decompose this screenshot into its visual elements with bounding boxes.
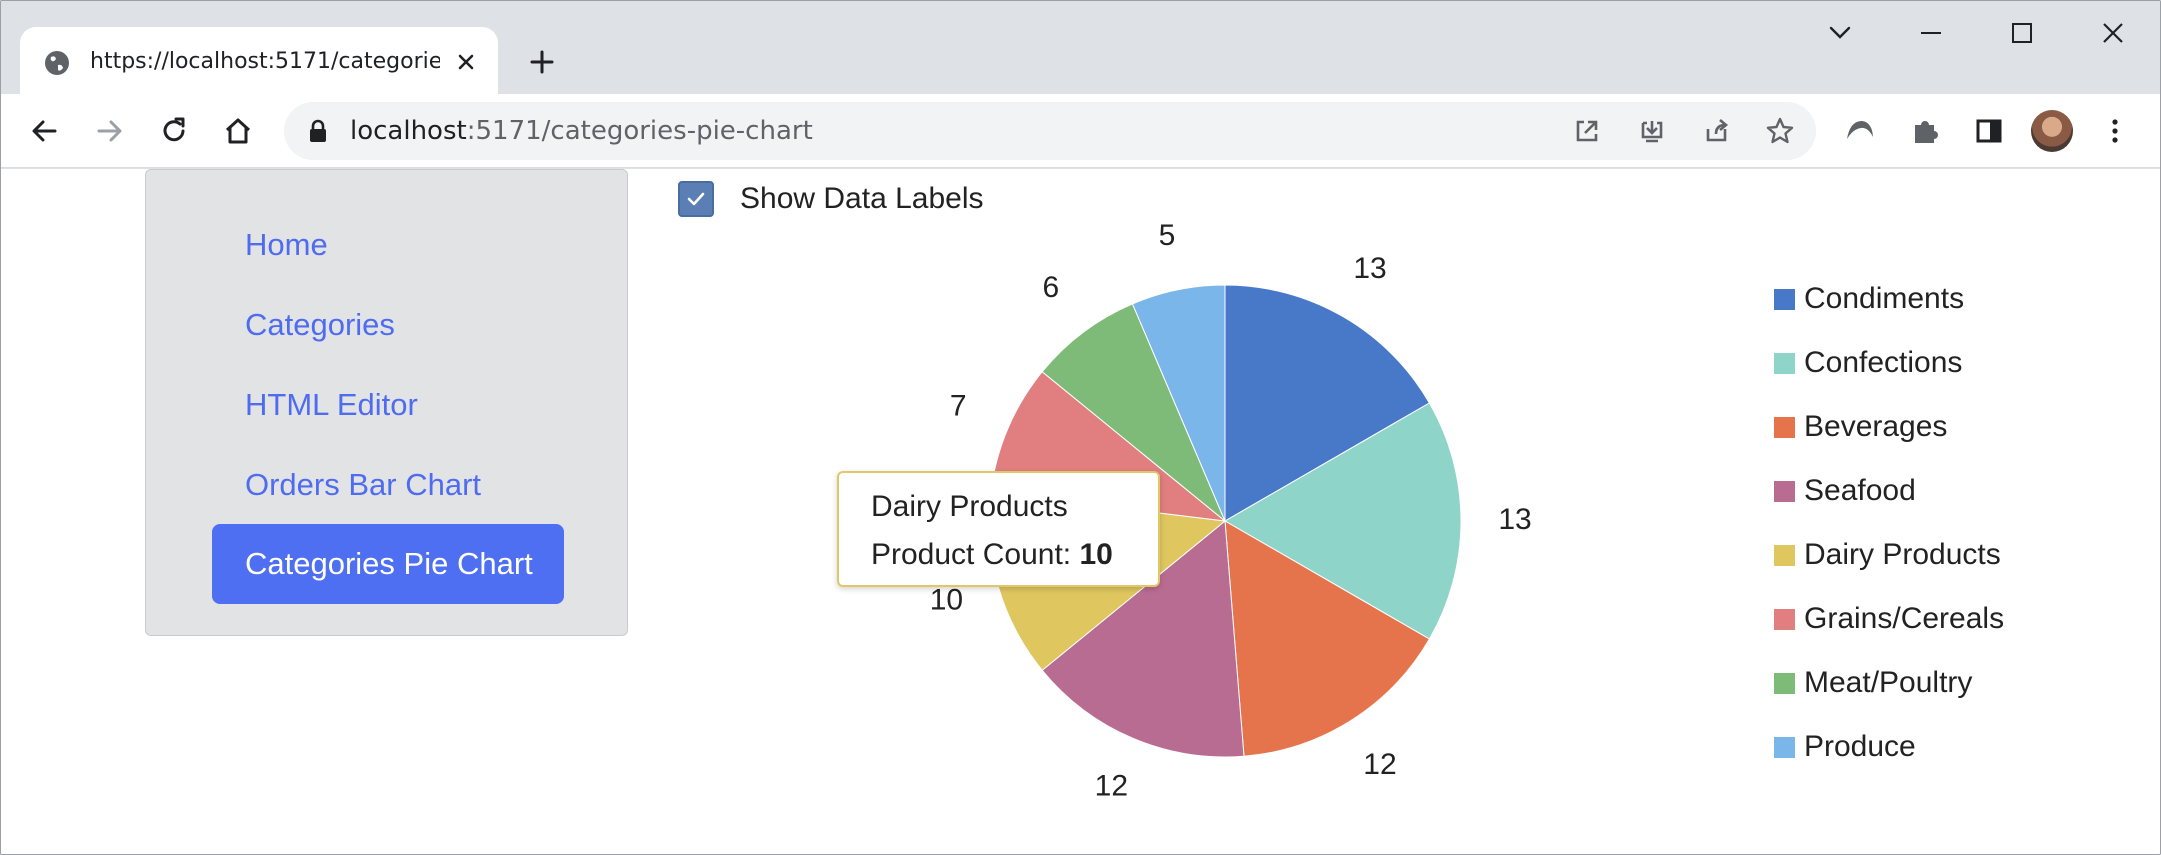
- url-text[interactable]: localhost:5171/categories-pie-chart: [350, 112, 813, 150]
- data-label-beverages: 12: [1363, 748, 1396, 781]
- legend-label: Meat/Poultry: [1804, 666, 1973, 699]
- lock-icon[interactable]: [307, 118, 329, 144]
- install-icon[interactable]: [1634, 113, 1670, 149]
- maximize-icon[interactable]: [2002, 15, 2042, 51]
- back-icon[interactable]: [27, 113, 63, 149]
- side-panel-icon[interactable]: [1971, 113, 2007, 149]
- globe-icon: [45, 51, 69, 75]
- legend-swatch: [1774, 545, 1795, 566]
- legend-swatch: [1774, 737, 1795, 758]
- legend-swatch: [1774, 673, 1795, 694]
- data-label-seafood: 12: [1095, 770, 1128, 803]
- legend-swatch: [1774, 481, 1795, 502]
- data-label-meat-poultry: 6: [1042, 271, 1059, 304]
- home-icon[interactable]: [220, 113, 256, 149]
- legend-swatch: [1774, 353, 1795, 374]
- close-tab-icon[interactable]: [451, 47, 481, 77]
- tooltip-value: 10: [1079, 538, 1113, 571]
- legend-swatch: [1774, 609, 1795, 630]
- extensions-puzzle-icon[interactable]: [1907, 113, 1943, 149]
- data-label-confections: 13: [1498, 503, 1531, 536]
- chart-tooltip: Dairy Products Product Count: 10: [837, 471, 1160, 587]
- forward-icon[interactable]: [91, 113, 127, 149]
- browser-toolbar: localhost:5171/categories-pie-chart: [1, 94, 2160, 168]
- legend-label: Condiments: [1804, 282, 1965, 315]
- legend-label: Produce: [1804, 730, 1916, 763]
- page-content: Home Categories HTML Editor Orders Bar C…: [1, 169, 2160, 854]
- legend-label: Grains/Cereals: [1804, 602, 2005, 635]
- legend-label: Seafood: [1804, 474, 1916, 507]
- tab-strip: https://localhost:5171/categories: [1, 1, 2160, 96]
- data-label-grains-cereals: 7: [950, 389, 967, 422]
- data-label-dairy-products: 10: [930, 584, 963, 617]
- tooltip-title: Dairy Products: [871, 490, 1068, 523]
- extension-profile-icon[interactable]: [1842, 113, 1878, 149]
- browser-window: https://localhost:5171/categories localh…: [0, 0, 2161, 855]
- close-window-icon[interactable]: [2093, 15, 2133, 51]
- data-label-condiments: 13: [1353, 252, 1386, 285]
- tooltip-label: Product Count:: [871, 538, 1072, 571]
- share-icon[interactable]: [1698, 113, 1734, 149]
- menu-kebab-icon[interactable]: [2097, 113, 2133, 149]
- tab-title: https://localhost:5171/categories: [90, 49, 440, 74]
- new-tab-icon[interactable]: [525, 45, 559, 79]
- open-in-app-icon[interactable]: [1569, 113, 1605, 149]
- tooltip-value-line: Product Count: 10: [871, 531, 1158, 579]
- legend-label: Beverages: [1804, 410, 1948, 443]
- tab-search-icon[interactable]: [1820, 15, 1860, 51]
- reload-icon[interactable]: [156, 113, 192, 149]
- legend-label: Dairy Products: [1804, 538, 2001, 571]
- legend-label: Confections: [1804, 346, 1963, 379]
- minimize-icon[interactable]: [1911, 15, 1951, 51]
- data-label-produce: 5: [1159, 219, 1176, 252]
- legend-swatch: [1774, 289, 1795, 310]
- bookmark-star-icon[interactable]: [1762, 113, 1798, 149]
- legend-swatch: [1774, 417, 1795, 438]
- profile-avatar[interactable]: [2031, 110, 2073, 152]
